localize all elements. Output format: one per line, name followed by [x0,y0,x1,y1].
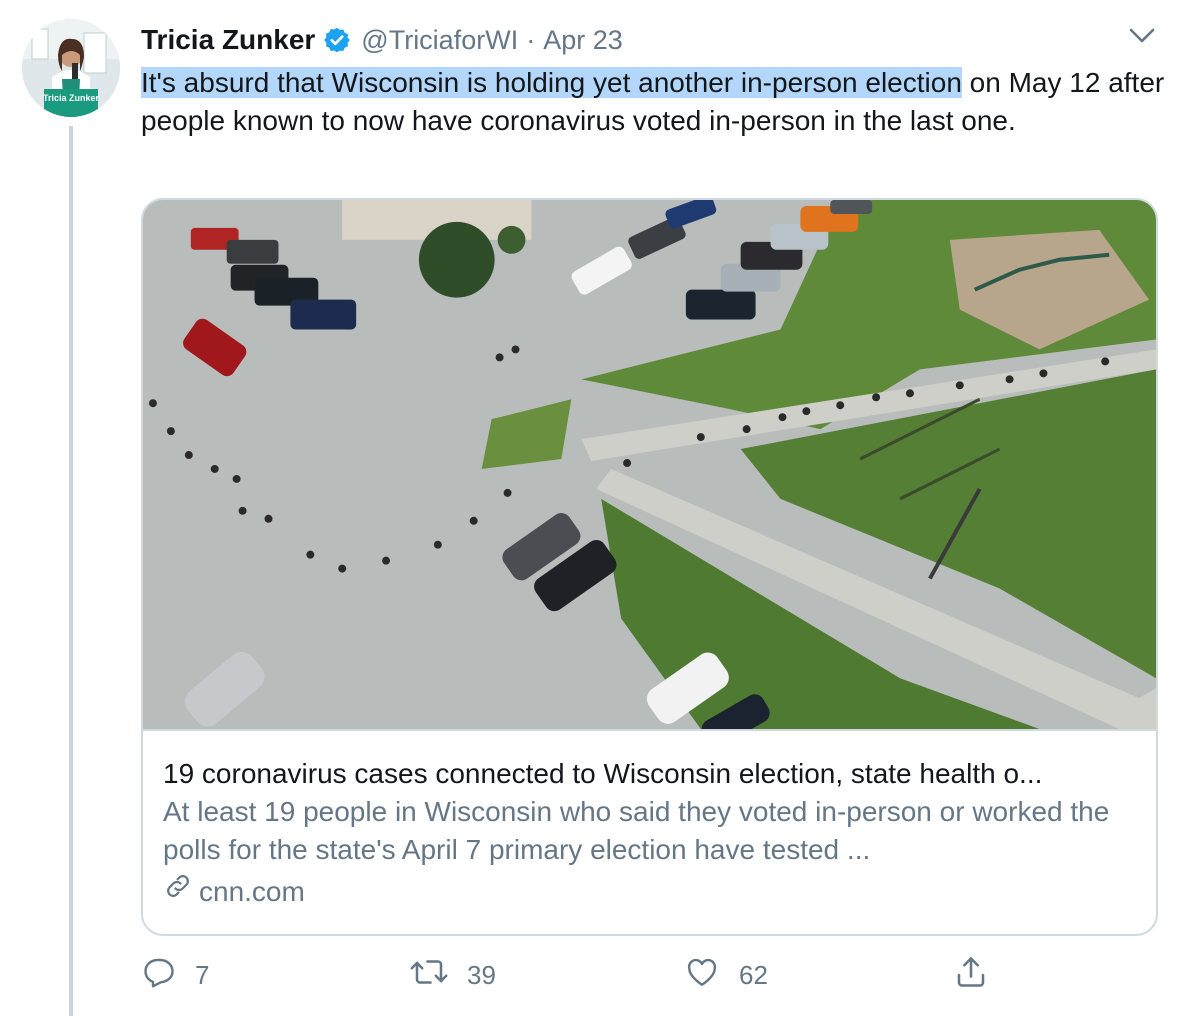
thread-line [69,126,73,1016]
link-card[interactable]: 19 coronavirus cases connected to Wiscon… [141,198,1158,936]
share-button[interactable] [953,950,1007,1000]
card-domain-text: cnn.com [199,875,305,907]
reply-icon [141,954,195,997]
avatar-sign-text: Tricia Zunker [43,93,100,103]
like-icon [683,954,739,997]
tweet-header: Tricia Zunker @TriciaforWI · Apr 23 [141,22,623,58]
retweet-icon [409,954,467,997]
avatar[interactable]: Tricia Zunker [22,19,120,117]
retweet-button[interactable]: 39 [409,950,496,1000]
separator-dot: · [526,24,536,55]
author-name[interactable]: Tricia Zunker [141,24,315,56]
like-button[interactable]: 62 [683,950,768,1000]
link-icon [163,871,199,912]
card-image[interactable] [143,200,1156,731]
card-description: At least 19 people in Wisconsin who said… [163,796,1110,865]
like-count: 62 [739,959,768,990]
verified-badge-icon [323,26,351,54]
card-title: 19 coronavirus cases connected to Wiscon… [163,758,1043,789]
reply-button[interactable]: 7 [141,950,209,1000]
tweet-actions: 7 39 62 [141,950,1001,1000]
author-handle[interactable]: @TriciaforWI [361,25,518,56]
reply-count: 7 [195,959,210,990]
tweet-text: It's absurd that Wisconsin is holding ye… [141,64,1171,140]
chevron-down-icon[interactable] [1128,26,1156,46]
avatar-photo: Tricia Zunker [22,19,120,117]
share-icon [953,953,1007,998]
card-body: 19 coronavirus cases connected to Wiscon… [143,731,1156,912]
card-domain: cnn.com [163,871,1136,912]
retweet-count: 39 [467,959,496,990]
highlighted-text: It's absurd that Wisconsin is holding ye… [141,67,962,98]
tweet-date[interactable]: Apr 23 [543,25,623,56]
